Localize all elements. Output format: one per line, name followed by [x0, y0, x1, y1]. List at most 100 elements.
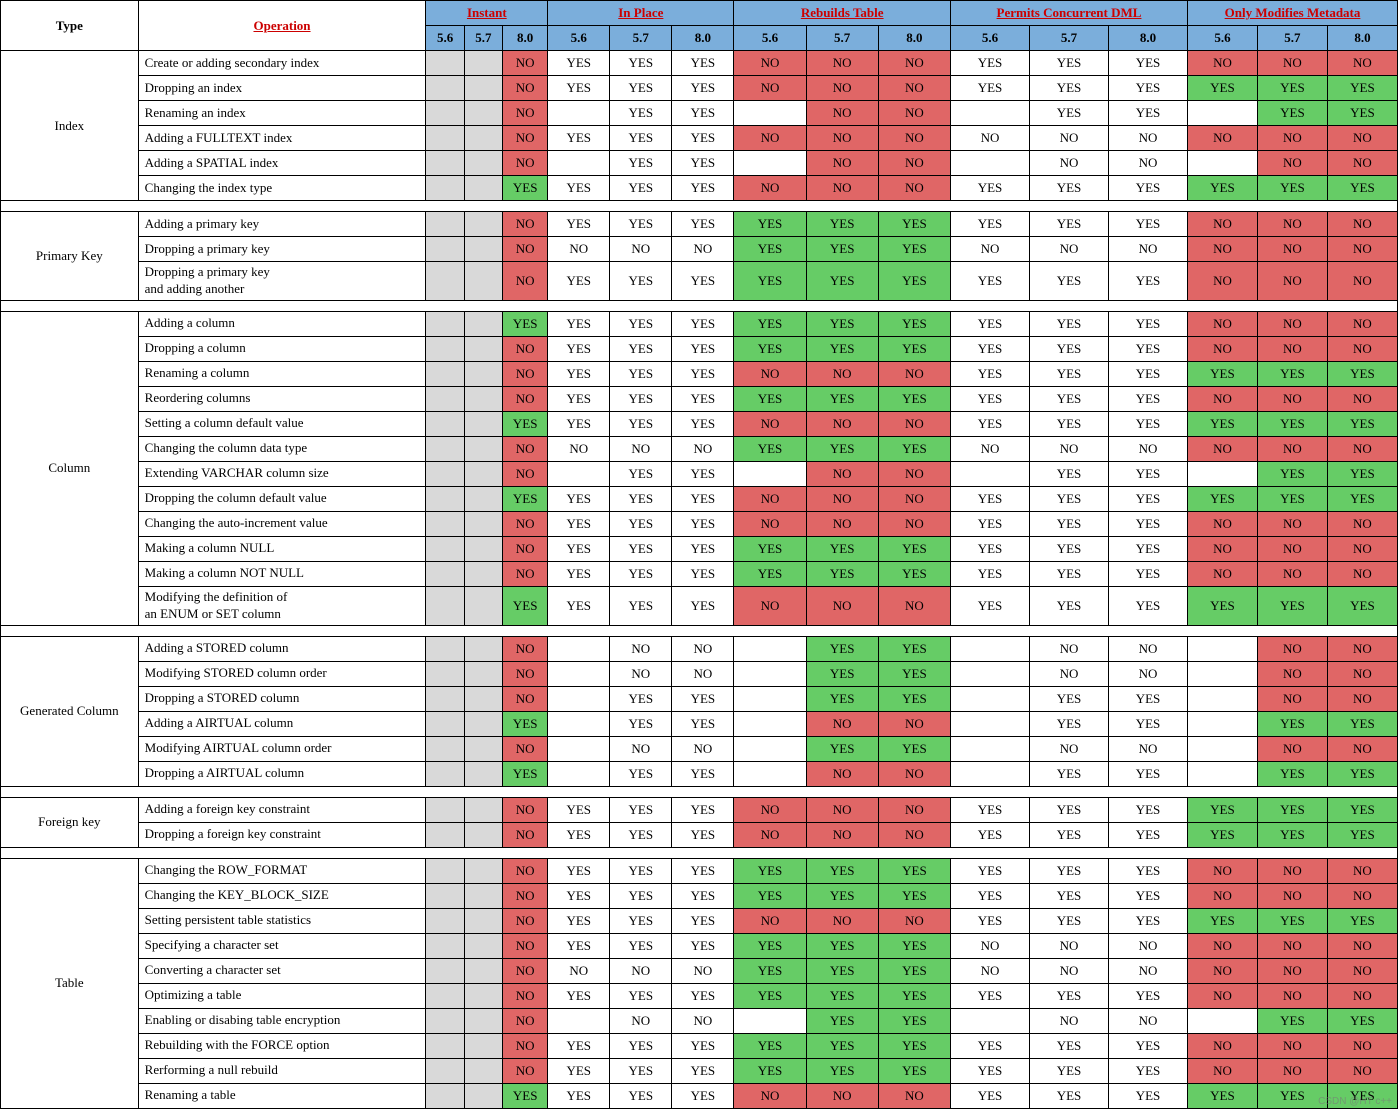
- value-cell: [734, 661, 806, 686]
- table-row: Changing the auto-increment valueNOYESYE…: [1, 511, 1398, 536]
- value-cell: NO: [878, 822, 950, 847]
- value-cell: NO: [1257, 436, 1327, 461]
- type-cell: Index: [1, 51, 139, 201]
- value-cell: YES: [610, 561, 672, 586]
- value-cell: YES: [806, 1008, 878, 1033]
- value-cell: YES: [672, 361, 734, 386]
- value-cell: NO: [1187, 983, 1257, 1008]
- operation-cell: Adding a FULLTEXT index: [138, 126, 426, 151]
- value-cell: NO: [548, 237, 610, 262]
- value-cell: YES: [734, 536, 806, 561]
- value-cell: NO: [1327, 1033, 1397, 1058]
- value-cell: YES: [1187, 176, 1257, 201]
- value-cell: NO: [1257, 858, 1327, 883]
- value-cell: NO: [1327, 958, 1397, 983]
- col-version: 8.0: [878, 26, 950, 51]
- value-cell: NO: [1030, 933, 1109, 958]
- col-version: 5.7: [464, 26, 502, 51]
- value-cell: YES: [734, 1033, 806, 1058]
- table-row: Modifying AIRTUAL column orderNONONOYESY…: [1, 736, 1398, 761]
- value-cell: [951, 461, 1030, 486]
- value-cell: [464, 883, 502, 908]
- value-cell: NO: [503, 51, 548, 76]
- section-spacer: [1, 201, 1398, 212]
- value-cell: YES: [1108, 262, 1187, 301]
- value-cell: YES: [1327, 461, 1397, 486]
- value-cell: [464, 908, 502, 933]
- value-cell: YES: [610, 711, 672, 736]
- value-cell: YES: [951, 1083, 1030, 1108]
- value-cell: YES: [1030, 386, 1109, 411]
- col-type: Type: [1, 1, 139, 51]
- value-cell: [548, 461, 610, 486]
- value-cell: [426, 736, 464, 761]
- value-cell: NO: [548, 958, 610, 983]
- value-cell: YES: [672, 126, 734, 151]
- value-cell: YES: [1108, 461, 1187, 486]
- operation-cell: Modifying STORED column order: [138, 661, 426, 686]
- value-cell: YES: [672, 797, 734, 822]
- value-cell: [464, 151, 502, 176]
- value-cell: NO: [878, 586, 950, 625]
- value-cell: [464, 411, 502, 436]
- value-cell: NO: [503, 436, 548, 461]
- value-cell: YES: [1257, 761, 1327, 786]
- value-cell: NO: [806, 486, 878, 511]
- value-cell: YES: [1108, 536, 1187, 561]
- value-cell: NO: [806, 51, 878, 76]
- value-cell: YES: [548, 336, 610, 361]
- value-cell: YES: [734, 311, 806, 336]
- value-cell: YES: [1108, 983, 1187, 1008]
- value-cell: [426, 1033, 464, 1058]
- section-spacer: [1, 625, 1398, 636]
- value-cell: YES: [951, 262, 1030, 301]
- value-cell: NO: [734, 361, 806, 386]
- value-cell: YES: [1257, 176, 1327, 201]
- value-cell: NO: [1327, 386, 1397, 411]
- type-cell: Primary Key: [1, 212, 139, 301]
- value-cell: YES: [1257, 908, 1327, 933]
- value-cell: [734, 101, 806, 126]
- value-cell: NO: [503, 1058, 548, 1083]
- value-cell: YES: [1030, 1033, 1109, 1058]
- value-cell: NO: [1030, 126, 1109, 151]
- operation-cell: Changing the KEY_BLOCK_SIZE: [138, 883, 426, 908]
- col-group: Instant: [426, 1, 548, 26]
- value-cell: YES: [610, 933, 672, 958]
- value-cell: YES: [610, 361, 672, 386]
- value-cell: YES: [951, 176, 1030, 201]
- value-cell: [734, 686, 806, 711]
- value-cell: [951, 101, 1030, 126]
- value-cell: NO: [610, 237, 672, 262]
- value-cell: NO: [1187, 436, 1257, 461]
- value-cell: YES: [806, 311, 878, 336]
- value-cell: NO: [1257, 883, 1327, 908]
- value-cell: NO: [734, 411, 806, 436]
- value-cell: [951, 1008, 1030, 1033]
- value-cell: [464, 1033, 502, 1058]
- value-cell: YES: [1108, 822, 1187, 847]
- value-cell: YES: [1108, 386, 1187, 411]
- value-cell: YES: [1327, 486, 1397, 511]
- value-cell: NO: [806, 176, 878, 201]
- value-cell: NO: [1327, 636, 1397, 661]
- value-cell: YES: [548, 51, 610, 76]
- operation-cell: Dropping a AIRTUAL column: [138, 761, 426, 786]
- operation-cell: Rebuilding with the FORCE option: [138, 1033, 426, 1058]
- value-cell: YES: [672, 561, 734, 586]
- value-cell: NO: [503, 461, 548, 486]
- value-cell: NO: [1257, 561, 1327, 586]
- value-cell: NO: [503, 1033, 548, 1058]
- table-row: Making a column NOT NULLNOYESYESYESYESYE…: [1, 561, 1398, 586]
- value-cell: NO: [503, 958, 548, 983]
- operation-cell: Adding a primary key: [138, 212, 426, 237]
- value-cell: [734, 736, 806, 761]
- value-cell: YES: [548, 511, 610, 536]
- value-cell: YES: [672, 536, 734, 561]
- value-cell: YES: [1030, 411, 1109, 436]
- table-row: Specifying a character setNOYESYESYESYES…: [1, 933, 1398, 958]
- operation-cell: Enabling or disabing table encryption: [138, 1008, 426, 1033]
- value-cell: YES: [672, 883, 734, 908]
- value-cell: NO: [1187, 883, 1257, 908]
- value-cell: NO: [1257, 636, 1327, 661]
